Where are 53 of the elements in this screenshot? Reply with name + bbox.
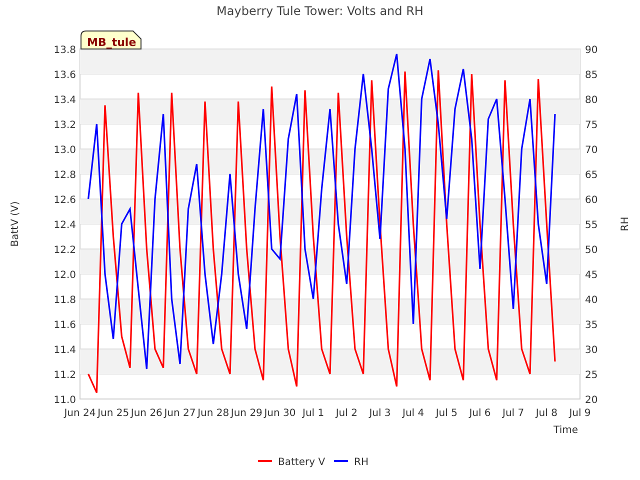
axis-tick-label: 45 <box>585 270 598 281</box>
axis-tick-label: 60 <box>585 195 598 206</box>
axis-tick-label: 65 <box>585 170 598 181</box>
y-axis-label: RH <box>620 216 631 232</box>
axis-tick-label: 13.6 <box>54 70 76 81</box>
axis-tick-label: 20 <box>585 395 598 406</box>
axis-tick-label: 12.8 <box>54 170 76 181</box>
axis-tick-label: 13.8 <box>54 45 76 56</box>
axis-tick-label: 13.2 <box>54 120 76 131</box>
axis-tick-label: 12.0 <box>54 270 76 281</box>
axis-tick-label: Jul 7 <box>502 408 524 419</box>
axis-tick-label: Jul 3 <box>369 408 391 419</box>
station-badge: MB_tule <box>80 30 142 50</box>
chart-title: Mayberry Tule Tower: Volts and RH <box>216 4 424 18</box>
axis-tick-label: 40 <box>585 295 598 306</box>
axis-tick-label: Jul 4 <box>402 408 424 419</box>
legend-label: RH <box>354 457 368 468</box>
axis-tick-label: 12.6 <box>54 195 76 206</box>
axis-tick-label: 85 <box>585 70 598 81</box>
axis-tick-label: 75 <box>585 120 598 131</box>
x-axis-label: Time <box>554 425 578 436</box>
axis-tick-label: Jun 25 <box>98 408 130 419</box>
axis-tick-label: 70 <box>585 145 598 156</box>
axis-tick-label: 12.2 <box>54 245 76 256</box>
axis-tick-label: 11.6 <box>54 320 76 331</box>
axis-tick-label: Jul 2 <box>336 408 358 419</box>
axis-tick-label: Jul 9 <box>569 408 591 419</box>
axis-tick-label: Jul 5 <box>436 408 458 419</box>
axis-tick-label: 50 <box>585 245 598 256</box>
legend-label: Battery V <box>278 457 326 468</box>
axis-tick-label: 12.4 <box>54 220 76 231</box>
axis-tick-label: Jul 1 <box>302 408 324 419</box>
axis-tick-label: 55 <box>585 220 598 231</box>
axis-tick-label: Jun 30 <box>264 408 296 419</box>
axis-tick-label: 90 <box>585 45 598 56</box>
axis-tick-label: 30 <box>585 345 598 356</box>
axis-tick-label: 11.8 <box>54 295 76 306</box>
axis-tick-label: 11.2 <box>54 370 76 381</box>
axis-tick-label: Jul 6 <box>469 408 491 419</box>
axis-tick-label: 80 <box>585 95 598 106</box>
axis-tick-label: 13.0 <box>54 145 76 156</box>
axis-tick-label: 11.4 <box>54 345 76 356</box>
axis-tick-label: 25 <box>585 370 598 381</box>
axis-tick-label: Jul 8 <box>536 408 558 419</box>
axis-tick-label: 13.4 <box>54 95 76 106</box>
axis-tick-label: Jun 28 <box>198 408 230 419</box>
y-axis-label: BattV (V) <box>10 201 21 247</box>
axis-tick-label: Jun 29 <box>230 408 262 419</box>
axis-tick-label: Jun 24 <box>64 408 96 419</box>
axis-tick-label: 35 <box>585 320 598 331</box>
axis-tick-label: 11.0 <box>54 395 76 406</box>
axis-tick-label: Jun 27 <box>164 408 196 419</box>
axis-tick-label: Jun 26 <box>130 408 162 419</box>
